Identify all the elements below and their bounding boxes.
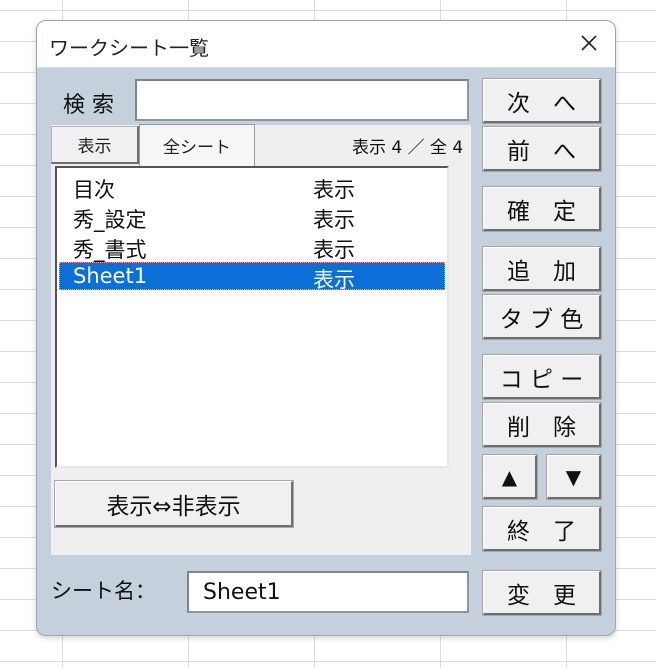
worksheet-list-dialog: ワークシート一覧 検 索 表示 全シート 表示 4 ／ 全 4 目次 表示 秀_… <box>36 20 616 636</box>
down-arrow-icon: ▼ <box>565 464 582 489</box>
copy-button[interactable]: コ ピ ー <box>482 354 602 400</box>
tab-visible-label: 表示 <box>77 137 112 157</box>
sheet-status-cell: 表示 <box>313 208 355 232</box>
sheet-name-cell: 秀_設定 <box>73 208 147 232</box>
dialog-title: ワークシート一覧 <box>49 36 209 60</box>
sheet-name-cell: Sheet1 <box>73 264 148 288</box>
prev-button[interactable]: 前 へ <box>482 126 602 172</box>
close-button[interactable] <box>575 29 603 57</box>
exit-button[interactable]: 終 了 <box>482 506 602 552</box>
up-arrow-icon: ▲ <box>501 464 518 489</box>
sheet-status-cell: 表示 <box>313 178 355 202</box>
list-item[interactable]: 目次 表示 <box>59 172 445 202</box>
tab-color-button[interactable]: タ ブ 色 <box>482 294 602 340</box>
tab-all-sheets[interactable]: 全シート <box>139 124 255 166</box>
sheet-name-label: シート名： <box>51 579 156 603</box>
tab-all-sheets-label: 全シート <box>163 138 231 158</box>
move-up-button[interactable]: ▲ <box>482 454 538 500</box>
sheet-name-cell: 秀_書式 <box>73 238 147 262</box>
add-button[interactable]: 追 加 <box>482 246 602 292</box>
sheet-count: 表示 4 ／ 全 4 <box>352 138 464 158</box>
confirm-button[interactable]: 確 定 <box>482 186 602 232</box>
sheet-status-cell: 表示 <box>313 268 355 292</box>
sheet-name-cell: 目次 <box>73 178 115 202</box>
search-label: 検 索 <box>63 93 114 118</box>
toggle-visibility-button[interactable]: 表示⇔非表示 <box>54 480 294 528</box>
list-item[interactable]: 秀_設定 表示 <box>59 202 445 232</box>
delete-button[interactable]: 削 除 <box>482 402 602 448</box>
sheet-name-input[interactable]: Sheet1 <box>187 571 469 613</box>
tab-visible[interactable]: 表示 <box>51 126 139 164</box>
rename-button[interactable]: 変 更 <box>482 570 602 616</box>
list-item[interactable]: 秀_書式 表示 <box>59 232 445 262</box>
title-bar: ワークシート一覧 <box>37 21 615 68</box>
close-icon <box>581 35 597 51</box>
sheet-status-cell: 表示 <box>313 238 355 262</box>
next-button[interactable]: 次 へ <box>482 78 602 124</box>
search-input[interactable] <box>135 79 469 121</box>
list-item-selected[interactable]: Sheet1 表示 <box>59 262 445 292</box>
move-down-button[interactable]: ▼ <box>546 454 602 500</box>
sheet-listbox[interactable]: 目次 表示 秀_設定 表示 秀_書式 表示 Sheet1 表示 <box>55 166 449 468</box>
